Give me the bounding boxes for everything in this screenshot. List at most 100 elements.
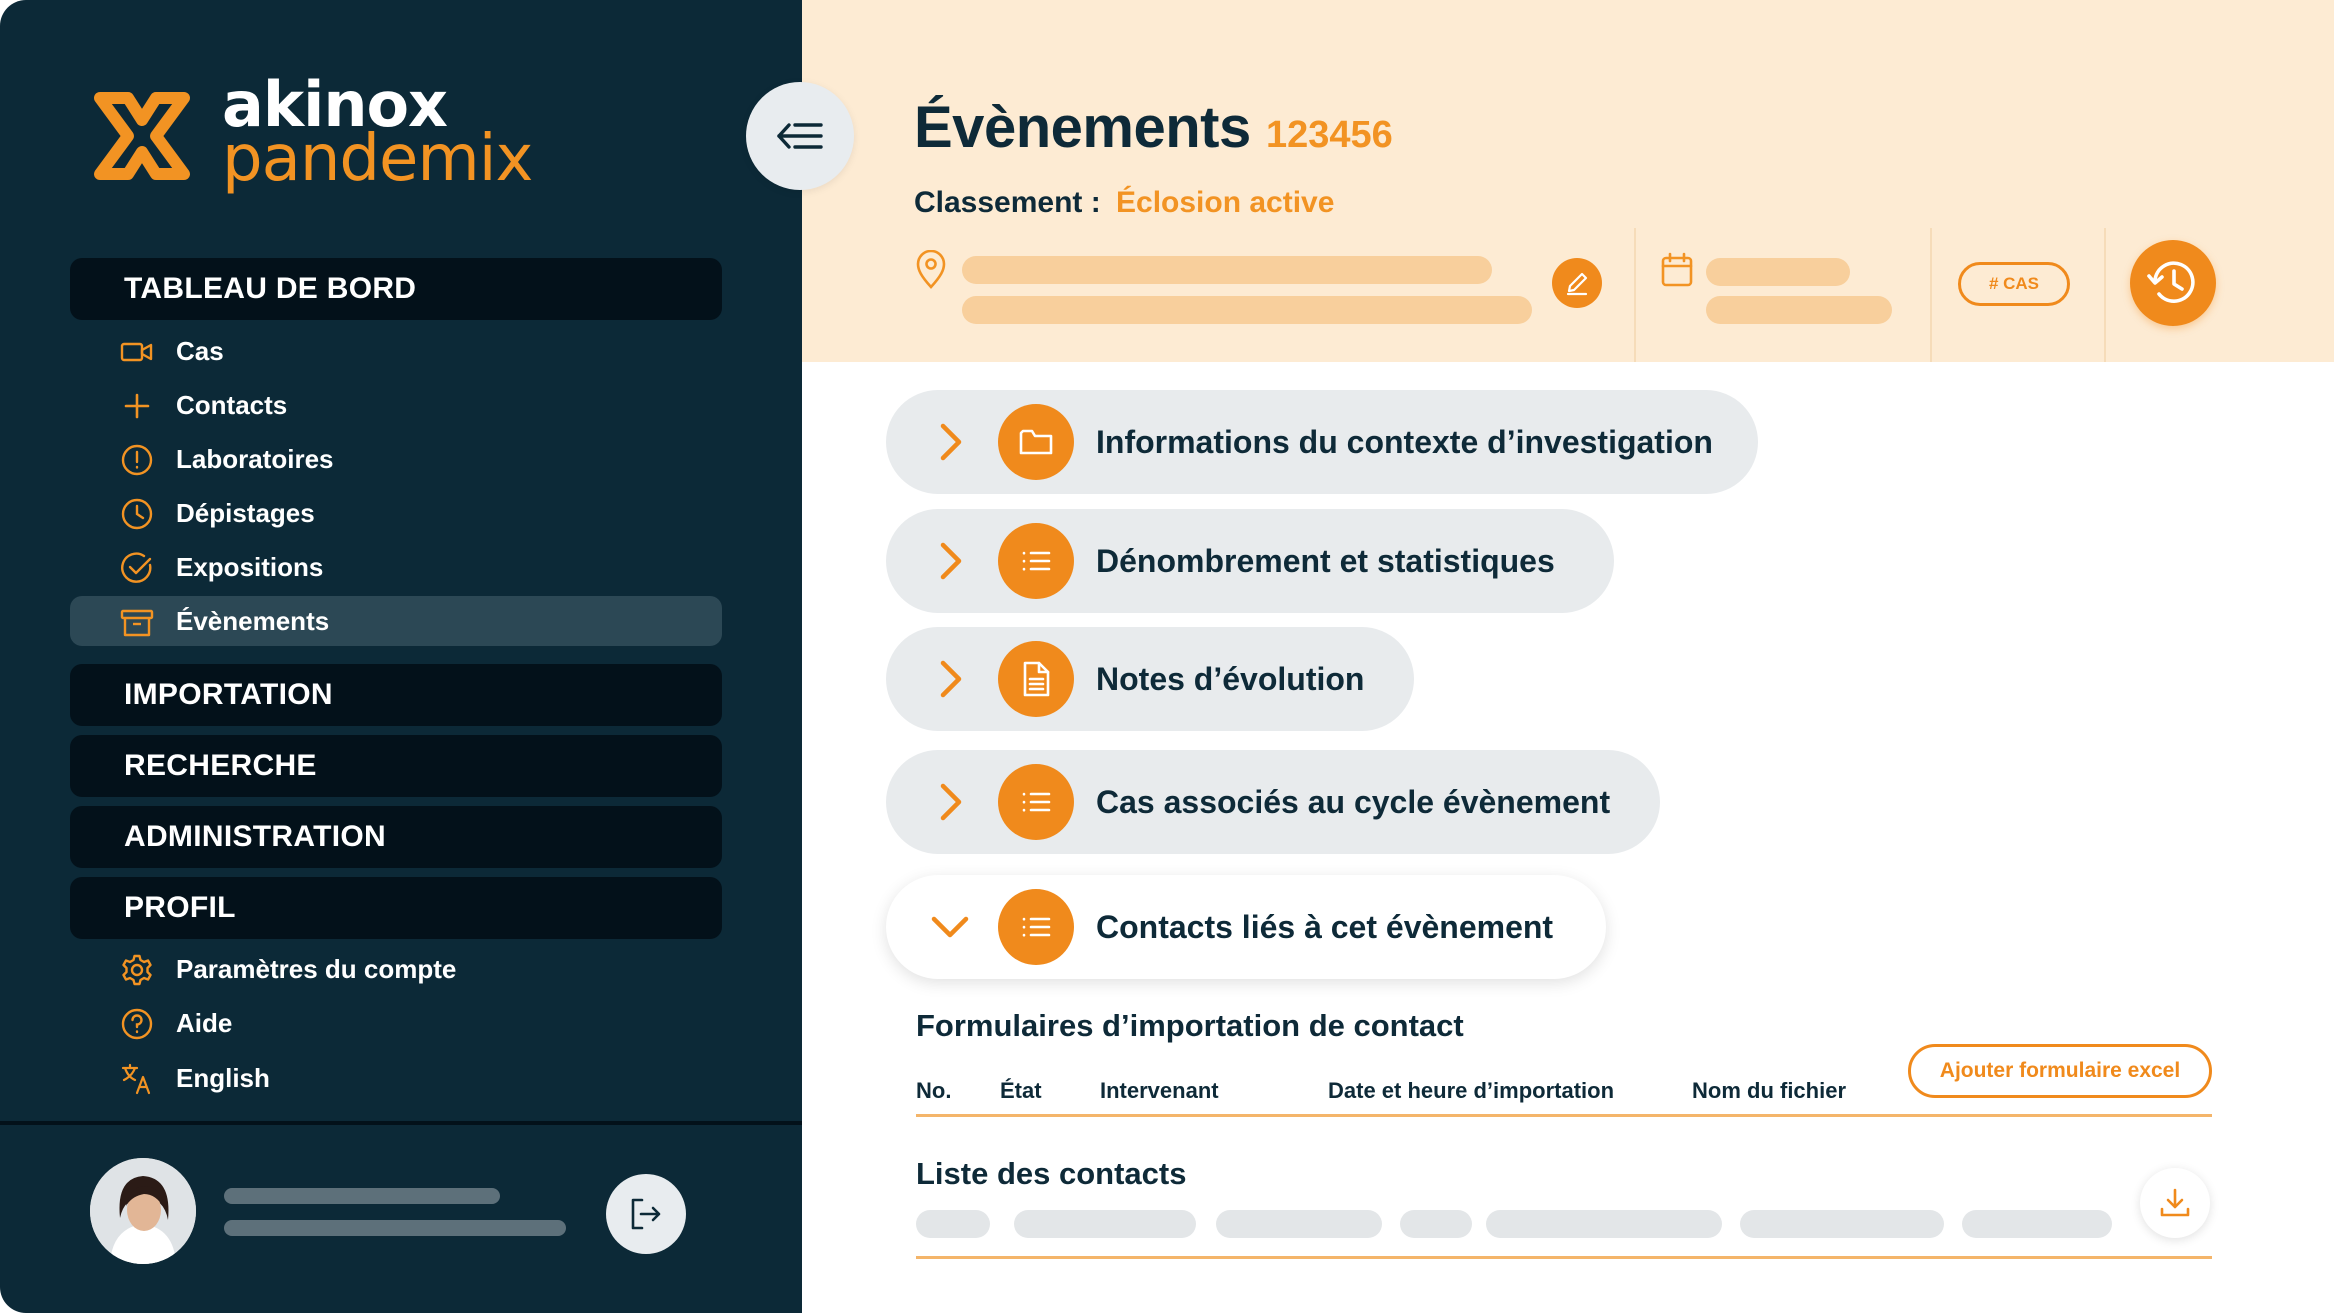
sidebar-item-cas[interactable]: Cas [70,326,722,376]
edit-location-button[interactable] [1552,258,1602,308]
gear-icon [122,954,152,986]
section-administration[interactable]: ADMINISTRATION [70,806,722,868]
accordion-label: Cas associés au cycle évènement [1096,784,1611,820]
contact-column-placeholder [1486,1210,1722,1238]
header-separator [1634,228,1636,362]
history-icon [2147,261,2195,303]
acc-icon-badge [998,404,1074,480]
section-dashboard[interactable]: TABLEAU DE BORD [70,258,722,320]
accordion-label: Notes d’évolution [1096,661,1365,697]
sidebar-item-label: Évènements [176,606,330,636]
collapse-sidebar-button[interactable] [746,82,854,190]
sidebar-item-aide[interactable]: Aide [70,998,722,1048]
sidebar-item-contacts[interactable]: Contacts [70,380,722,430]
question-circle-icon [121,1008,153,1040]
accordion-label: Contacts liés à cet évènement [1096,909,1554,945]
event-id: 123456 [1266,114,1393,156]
pandemix-logo-icon [94,92,190,180]
video-camera-icon [120,342,153,362]
contact-column-placeholder [916,1210,990,1238]
page-title: Évènements [914,95,1251,160]
alert-circle-icon [121,444,153,476]
sidebar-item-label: Dépistages [176,498,315,528]
archive-box-icon [120,609,154,637]
sidebar-item-laboratoires[interactable]: Laboratoires [70,434,722,484]
translate-icon [121,1063,151,1095]
section-recherche[interactable]: RECHERCHE [70,735,722,797]
list-rule [916,1256,2212,1259]
section-linked-contacts[interactable]: Contacts liés à cet évènement [886,875,1606,979]
user-role-placeholder [224,1220,566,1236]
sidebar-item-label: Expositions [176,552,324,582]
chevron-right-icon [940,423,962,461]
sidebar-item-label: Cas [176,336,224,366]
contact-column-placeholder [1400,1210,1472,1238]
list-icon [1022,792,1051,812]
acc-icon-badge [998,523,1074,599]
column-header-intervenant[interactable]: Intervenant [1100,1078,1219,1104]
header-separator [1930,228,1932,362]
column-header-etat[interactable]: État [1000,1078,1042,1104]
contact-column-placeholder [1216,1210,1382,1238]
pencil-icon [1566,272,1588,296]
column-header-file-name[interactable]: Nom du fichier [1692,1078,1846,1104]
brand-name-pandemix: pandemix [222,122,533,196]
collapse-menu-icon [777,123,823,149]
section-count-statistics[interactable]: Dénombrement et statistiques [886,509,1614,613]
sidebar-item-depistages[interactable]: Dépistages [70,488,722,538]
section-associated-cases[interactable]: Cas associés au cycle évènement [886,750,1660,854]
location-pin-icon [916,250,946,289]
accordion-label: Informations du contexte d’investigation [1096,424,1713,460]
chevron-down-icon [931,916,969,938]
list-icon [1022,551,1051,571]
contacts-list-title: Liste des contacts [916,1156,1187,1191]
plus-icon [124,393,150,419]
user-avatar-icon [90,1158,196,1264]
cas-count-badge[interactable]: # CAS [1958,262,2070,306]
folder-icon [1019,429,1053,455]
acc-icon-badge [998,889,1074,965]
logout-button[interactable] [606,1174,686,1254]
date-line-placeholder [1706,258,1850,286]
sidebar-item-evenements[interactable]: Évènements [70,596,722,646]
column-header-import-date[interactable]: Date et heure d’importation [1328,1078,1614,1104]
header-separator [2104,228,2106,362]
sidebar: akinox pandemix TABLEAU DE BORD Cas Cont… [0,0,802,1313]
document-icon [1023,661,1050,697]
user-name-placeholder [224,1188,500,1204]
brand-logo[interactable]: akinox pandemix [86,68,546,202]
section-investigation-context[interactable]: Informations du contexte d’investigation [886,390,1758,494]
list-icon [1022,917,1051,937]
location-line-placeholder [962,296,1532,324]
acc-icon-badge [998,641,1074,717]
date-line-placeholder [1706,296,1892,324]
acc-icon-badge [998,764,1074,840]
avatar[interactable] [90,1158,196,1264]
section-importation[interactable]: IMPORTATION [70,664,722,726]
section-profil[interactable]: PROFIL [70,877,722,939]
calendar-icon [1661,252,1693,287]
chevron-right-icon [940,783,962,821]
classement-label: Classement : [914,186,1101,219]
contact-column-placeholder [1740,1210,1944,1238]
sidebar-item-expositions[interactable]: Expositions [70,542,722,592]
sidebar-item-language[interactable]: English [70,1053,722,1103]
sidebar-item-label: Laboratoires [176,444,334,474]
accordion-label: Dénombrement et statistiques [1096,543,1555,579]
download-button[interactable] [2140,1168,2210,1238]
download-icon [2160,1188,2190,1217]
sidebar-item-label: Aide [176,1008,233,1038]
section-progress-notes[interactable]: Notes d’évolution [886,627,1414,731]
add-excel-form-button[interactable]: Ajouter formulaire excel [1908,1044,2212,1098]
sidebar-item-label: Contacts [176,390,288,420]
column-header-no[interactable]: No. [916,1078,951,1104]
sidebar-divider [0,1121,802,1125]
contact-column-placeholder [1014,1210,1196,1238]
chevron-right-icon [940,542,962,580]
logout-icon [631,1198,661,1230]
history-button[interactable] [2130,240,2216,326]
sidebar-item-account-settings[interactable]: Paramètres du compte [70,944,722,994]
clock-icon [121,498,153,530]
classement-value: Éclosion active [1116,186,1335,219]
import-forms-title: Formulaires d’importation de contact [916,1008,1464,1043]
